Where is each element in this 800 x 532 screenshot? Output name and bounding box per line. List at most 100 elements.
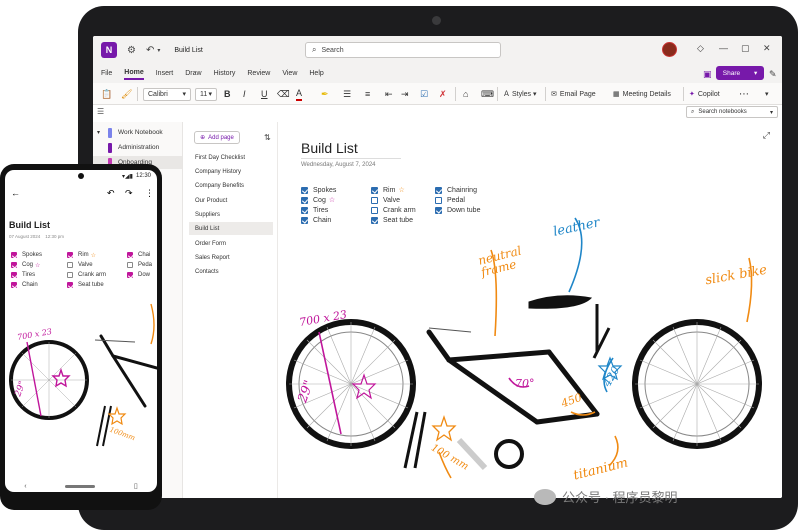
menu-draw[interactable]: Draw xyxy=(185,68,201,79)
copilot-button[interactable]: ✦ Copilot xyxy=(689,87,720,101)
page-item[interactable]: Contacts xyxy=(189,265,273,278)
search-notebooks-placeholder: Search notebooks xyxy=(698,109,747,115)
more-options-icon[interactable]: ⋯ xyxy=(739,87,749,101)
todo-item[interactable]: Dow xyxy=(127,270,152,280)
underline-button[interactable]: U xyxy=(261,87,268,101)
menu-review[interactable]: Review xyxy=(247,68,270,79)
strikethrough-icon[interactable]: ⌫ xyxy=(277,87,290,101)
back-arrow-icon[interactable]: ← xyxy=(11,188,20,198)
recents-icon[interactable]: ▯ xyxy=(134,482,138,490)
search-placeholder: Search xyxy=(321,46,344,54)
settings-icon[interactable]: ⚙ xyxy=(127,45,136,56)
menu-home[interactable]: Home xyxy=(124,67,144,80)
search-notebooks-input[interactable]: ⌕ Search notebooks ▾ xyxy=(686,106,778,118)
title-bar: N ⚙ ↶ ▾ Build List ⌕ Search ◇ — ▢ ✕ xyxy=(93,36,782,64)
undo-icon[interactable]: ↶ xyxy=(146,45,154,56)
checkbox-checked[interactable] xyxy=(11,262,17,268)
todo-item[interactable]: Tires xyxy=(11,270,42,280)
page-item[interactable]: Sales Report xyxy=(189,251,273,264)
menu-file[interactable]: File xyxy=(101,68,112,79)
todo-item[interactable]: Chain xyxy=(11,280,42,290)
todo-item[interactable]: Rim ☆ xyxy=(67,250,106,260)
checkbox-checked[interactable] xyxy=(127,252,133,258)
page-item[interactable]: Our Product xyxy=(189,194,273,207)
menu-history[interactable]: History xyxy=(214,68,236,79)
font-size-select[interactable]: 11 ▾ xyxy=(195,87,217,101)
font-family-select[interactable]: Calibri ▾ xyxy=(143,87,191,101)
eraser-icon[interactable]: ✗ xyxy=(439,87,447,101)
page-canvas[interactable]: ⤢ Build List Wednesday, August 7, 2024 S… xyxy=(279,122,782,498)
share-label: Share xyxy=(722,69,741,77)
minimize-icon[interactable]: — xyxy=(719,43,728,53)
page-item[interactable]: Order Form xyxy=(189,237,273,250)
watermark-text: 公众号 · 程序员黎明 xyxy=(562,490,678,505)
italic-button[interactable]: I xyxy=(243,87,246,101)
checkbox[interactable] xyxy=(67,262,73,268)
todo-item[interactable]: Chai xyxy=(127,250,152,260)
bold-button[interactable]: B xyxy=(224,87,231,101)
todo-item[interactable]: Cog ☆ xyxy=(11,260,42,270)
diamond-icon[interactable]: ◇ xyxy=(697,43,704,54)
mail-icon: ✉ xyxy=(551,91,557,98)
meeting-details-button[interactable]: ▦ Meeting Details xyxy=(613,87,671,101)
font-family-value: Calibri xyxy=(148,90,168,98)
redo-icon[interactable]: ↷ xyxy=(125,188,133,199)
numbering-icon[interactable]: ≡ xyxy=(365,87,370,101)
copilot-label: Copilot xyxy=(697,90,720,98)
checkbox-checked[interactable] xyxy=(11,272,17,278)
checkbox[interactable] xyxy=(67,272,73,278)
menu-insert[interactable]: Insert xyxy=(156,68,174,79)
format-painter-icon[interactable]: 🖌 xyxy=(121,87,132,101)
checkbox-checked[interactable] xyxy=(127,272,133,278)
notebook-item[interactable]: ▾ Work Notebook xyxy=(93,126,182,139)
notes-icon[interactable]: ▣ xyxy=(703,67,712,82)
font-color-icon[interactable]: A xyxy=(296,87,303,101)
page-item[interactable]: Company Benefits xyxy=(189,179,273,192)
sticky-icon[interactable]: ✎ xyxy=(769,67,777,82)
avatar[interactable] xyxy=(662,42,677,57)
more-vert-icon[interactable]: ⋮ xyxy=(145,188,154,199)
undo-icon[interactable]: ↶ xyxy=(107,188,115,199)
checkbox-checked[interactable] xyxy=(67,282,73,288)
menu-help[interactable]: Help xyxy=(309,68,323,79)
page-item[interactable]: Suppliers xyxy=(189,208,273,221)
back-chevron-icon[interactable]: ‹ xyxy=(24,483,26,490)
section-item-administration[interactable]: Administration xyxy=(93,141,182,154)
paste-icon[interactable]: 📋 xyxy=(101,87,112,101)
maximize-icon[interactable]: ▢ xyxy=(741,43,750,54)
todo-item[interactable]: Valve xyxy=(67,260,106,270)
styles-button[interactable]: Ａ Styles ▾ xyxy=(503,87,537,101)
hamburger-icon[interactable]: ☰ xyxy=(97,107,104,116)
search-input[interactable]: ⌕ Search xyxy=(305,42,501,58)
checkbox-checked[interactable] xyxy=(67,252,73,258)
todo-item[interactable]: Crank arm xyxy=(67,270,106,280)
close-icon[interactable]: ✕ xyxy=(763,43,771,54)
chevron-down-icon[interactable]: ▾ xyxy=(157,47,160,54)
tags-icon[interactable]: ⌂ xyxy=(463,87,468,101)
sort-icon[interactable]: ⇅ xyxy=(264,133,271,142)
phone-page-title[interactable]: Build List xyxy=(9,220,50,230)
dictate-icon[interactable]: ⌨ xyxy=(481,87,494,101)
todo-item[interactable]: Seat tube xyxy=(67,280,106,290)
todo-item[interactable]: Peda xyxy=(127,260,152,270)
menu-bar: File Home Insert Draw History Review Vie… xyxy=(93,64,782,83)
ribbon-collapse-icon[interactable]: ▾ xyxy=(765,87,769,101)
checkbox[interactable] xyxy=(127,262,133,268)
outdent-icon[interactable]: ⇤ xyxy=(385,87,393,101)
home-pill-icon[interactable] xyxy=(65,484,96,488)
page-item[interactable]: Company History xyxy=(189,165,273,178)
notebook-label: Work Notebook xyxy=(118,129,163,136)
bullets-icon[interactable]: ☰ xyxy=(343,87,351,101)
share-button[interactable]: Share ▾ xyxy=(716,66,764,80)
add-page-button[interactable]: ⊕ Add page xyxy=(194,131,240,144)
page-item-selected[interactable]: Build List xyxy=(189,222,273,235)
todo-item[interactable]: Spokes xyxy=(11,250,42,260)
page-item[interactable]: First Day Checklist xyxy=(189,151,273,164)
checkbox-checked[interactable] xyxy=(11,282,17,288)
highlight-icon[interactable]: ✒ xyxy=(321,87,329,101)
menu-view[interactable]: View xyxy=(282,68,297,79)
email-page-button[interactable]: ✉ Email Page xyxy=(551,87,596,101)
todo-tag-icon[interactable]: ☑ xyxy=(420,87,428,101)
indent-icon[interactable]: ⇥ xyxy=(401,87,409,101)
checkbox-checked[interactable] xyxy=(11,252,17,258)
